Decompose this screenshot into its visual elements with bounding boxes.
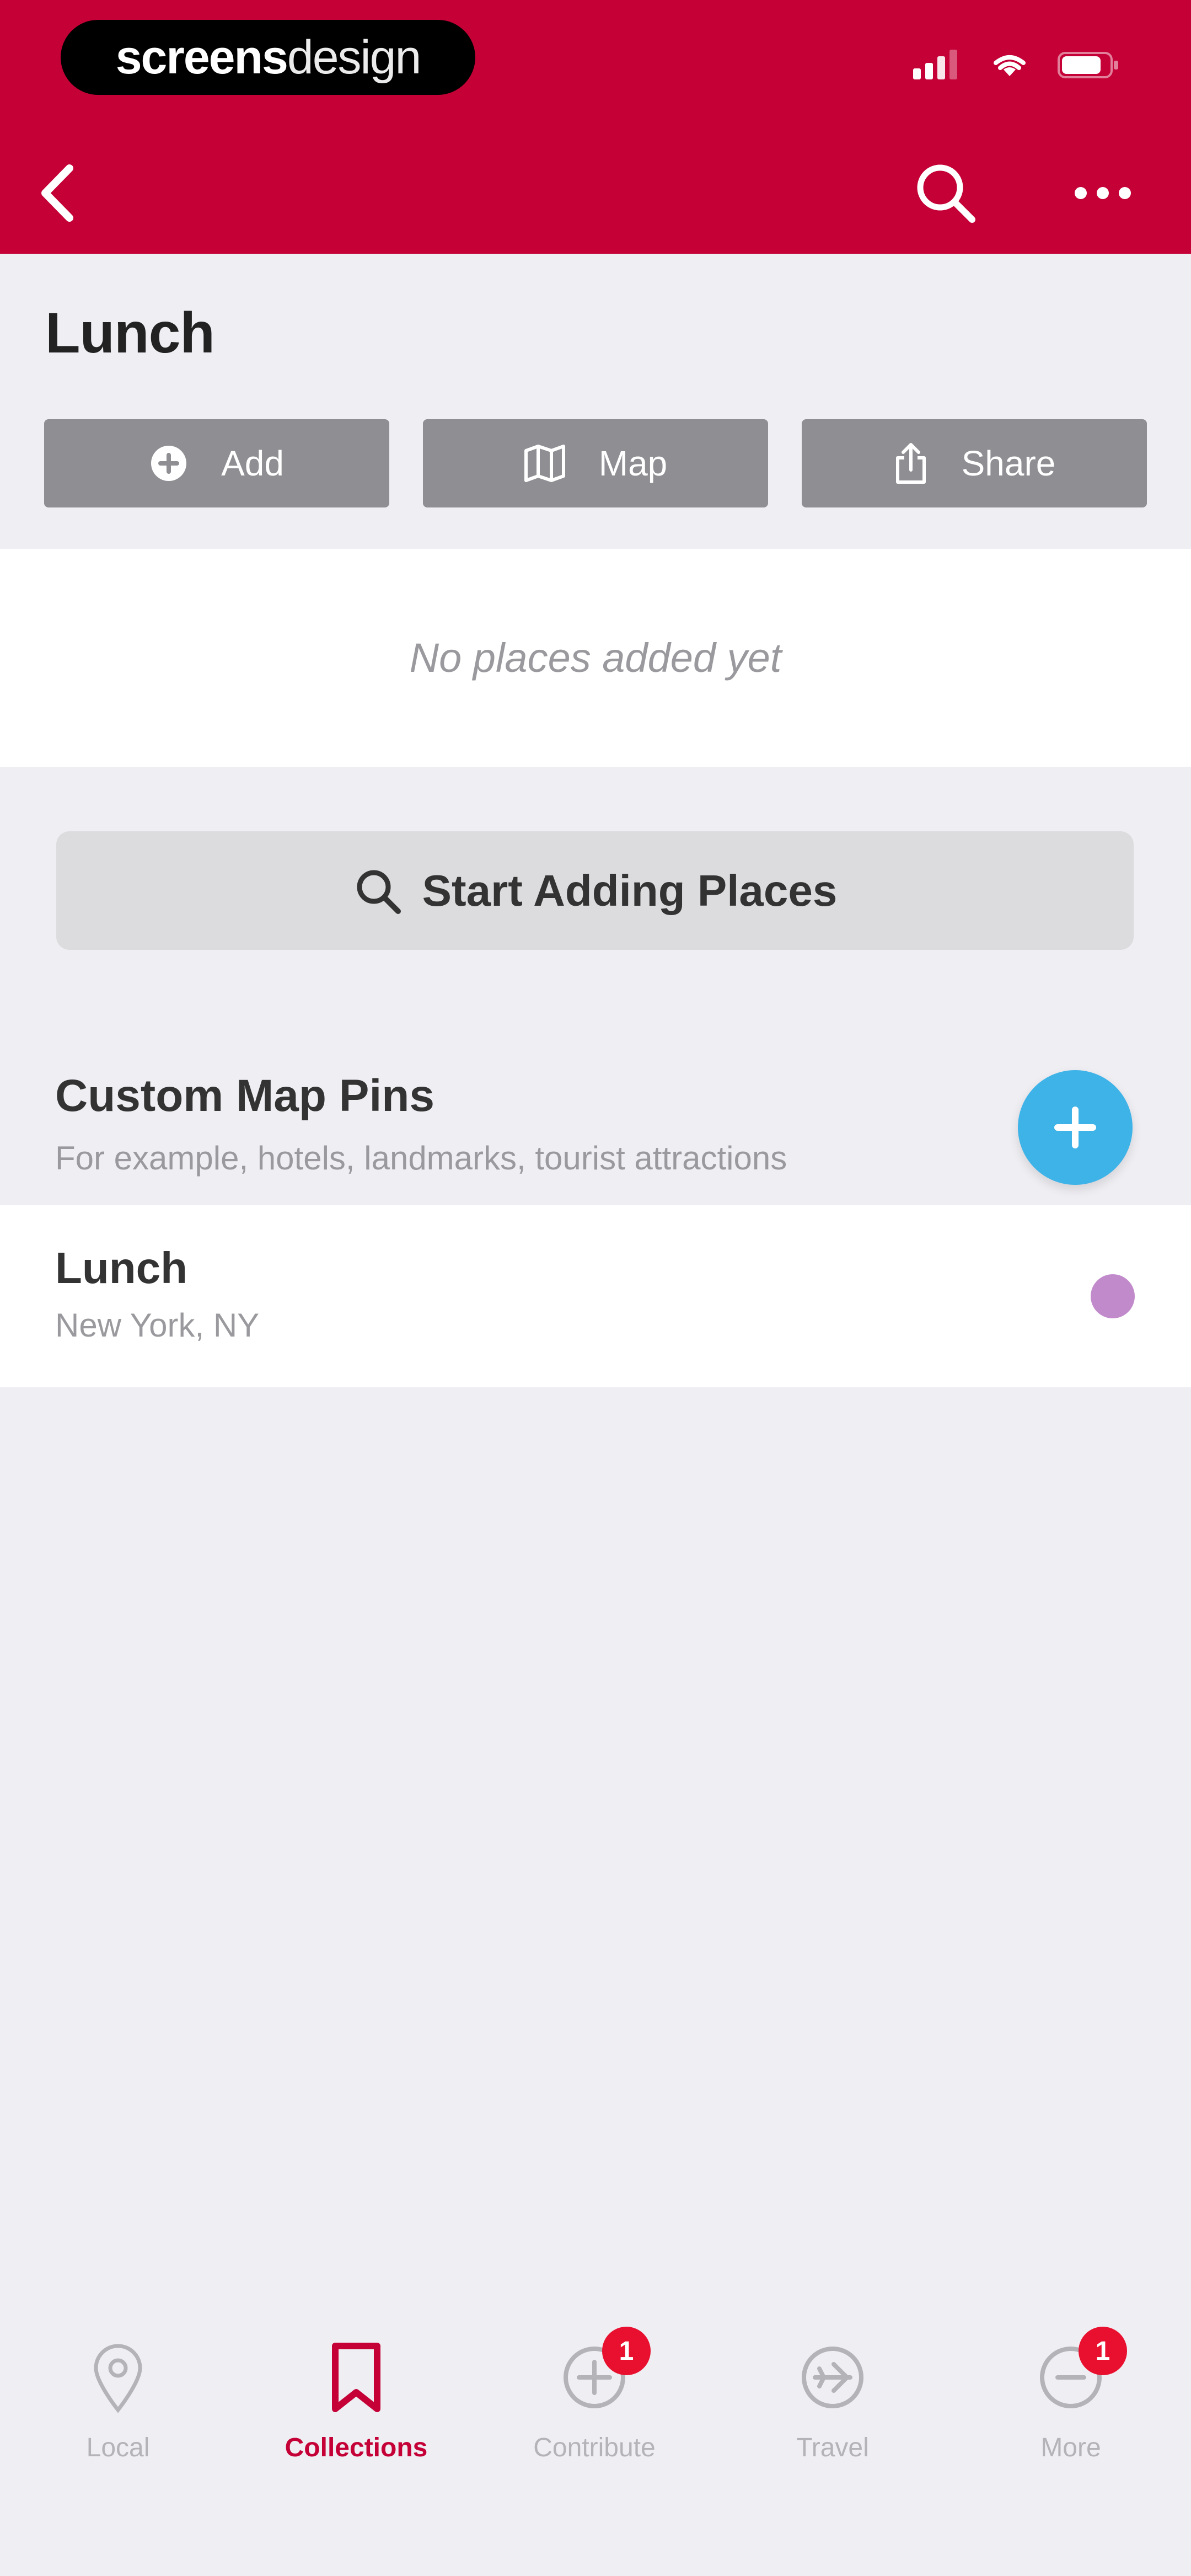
brand-logo-text: screensdesign — [115, 30, 422, 84]
share-button[interactable]: Share — [802, 419, 1147, 507]
tab-more[interactable]: 1 More — [972, 2327, 1170, 2499]
share-button-label: Share — [961, 443, 1056, 483]
tab-contribute-label: Contribute — [533, 2433, 656, 2462]
tab-travel[interactable]: Travel — [733, 2333, 932, 2499]
pin-name: Lunch — [55, 1243, 187, 1292]
search-icon — [357, 870, 401, 914]
map-icon — [524, 445, 565, 482]
search-button[interactable] — [910, 157, 981, 229]
contribute-badge: 1 — [602, 2327, 651, 2375]
custom-map-pins-subtitle: For example, hotels, landmarks, tourist … — [55, 1140, 787, 1177]
tab-more-label: More — [1040, 2433, 1101, 2462]
map-button[interactable]: Map — [423, 419, 768, 507]
tab-collections[interactable]: Collections — [257, 2333, 455, 2499]
page-title: Lunch — [45, 301, 215, 365]
chevron-left-icon — [41, 164, 73, 222]
bookmark-icon — [332, 2343, 380, 2412]
location-pin-icon — [94, 2344, 142, 2413]
tab-travel-label: Travel — [796, 2433, 869, 2462]
tab-local[interactable]: Local — [19, 2333, 217, 2499]
airplane-circle-icon — [802, 2347, 863, 2408]
tab-local-label: Local — [86, 2433, 150, 2462]
status-bar-icons — [913, 49, 1119, 82]
brand-logo: screensdesign — [61, 20, 475, 95]
signal-icon — [913, 50, 957, 79]
plus-icon — [1054, 1107, 1096, 1148]
start-adding-places-button[interactable]: Start Adding Places — [56, 831, 1134, 950]
ellipsis-icon — [1075, 187, 1131, 199]
more-badge: 1 — [1079, 2327, 1127, 2375]
map-button-label: Map — [598, 443, 668, 483]
tab-contribute[interactable]: 1 Contribute — [495, 2327, 694, 2499]
plus-circle-icon — [151, 446, 187, 481]
share-icon — [895, 443, 926, 484]
wifi-icon — [994, 55, 1026, 76]
battery-icon — [1058, 52, 1118, 78]
pin-location: New York, NY — [55, 1307, 260, 1344]
more-options-button[interactable] — [1067, 171, 1139, 215]
add-button-label: Add — [221, 443, 284, 483]
start-adding-places-label: Start Adding Places — [422, 865, 838, 915]
list-item[interactable]: Lunch New York, NY — [0, 1205, 1191, 1387]
empty-state-panel: No places added yet — [0, 549, 1191, 767]
tab-collections-label: Collections — [285, 2433, 428, 2462]
app-header: screensdesign — [0, 0, 1191, 254]
empty-state-message: No places added yet — [409, 635, 782, 681]
custom-map-pins-title: Custom Map Pins — [55, 1071, 434, 1121]
add-button[interactable]: Add — [44, 419, 389, 507]
add-custom-pin-button[interactable] — [1018, 1070, 1133, 1185]
pin-color-dot — [1091, 1274, 1135, 1318]
action-buttons: Add Map Share — [44, 419, 1147, 507]
tab-bar: Local Collections 1 Contribute Travel 1 … — [0, 2327, 1191, 2576]
back-button[interactable] — [32, 160, 82, 226]
search-icon — [917, 164, 975, 223]
